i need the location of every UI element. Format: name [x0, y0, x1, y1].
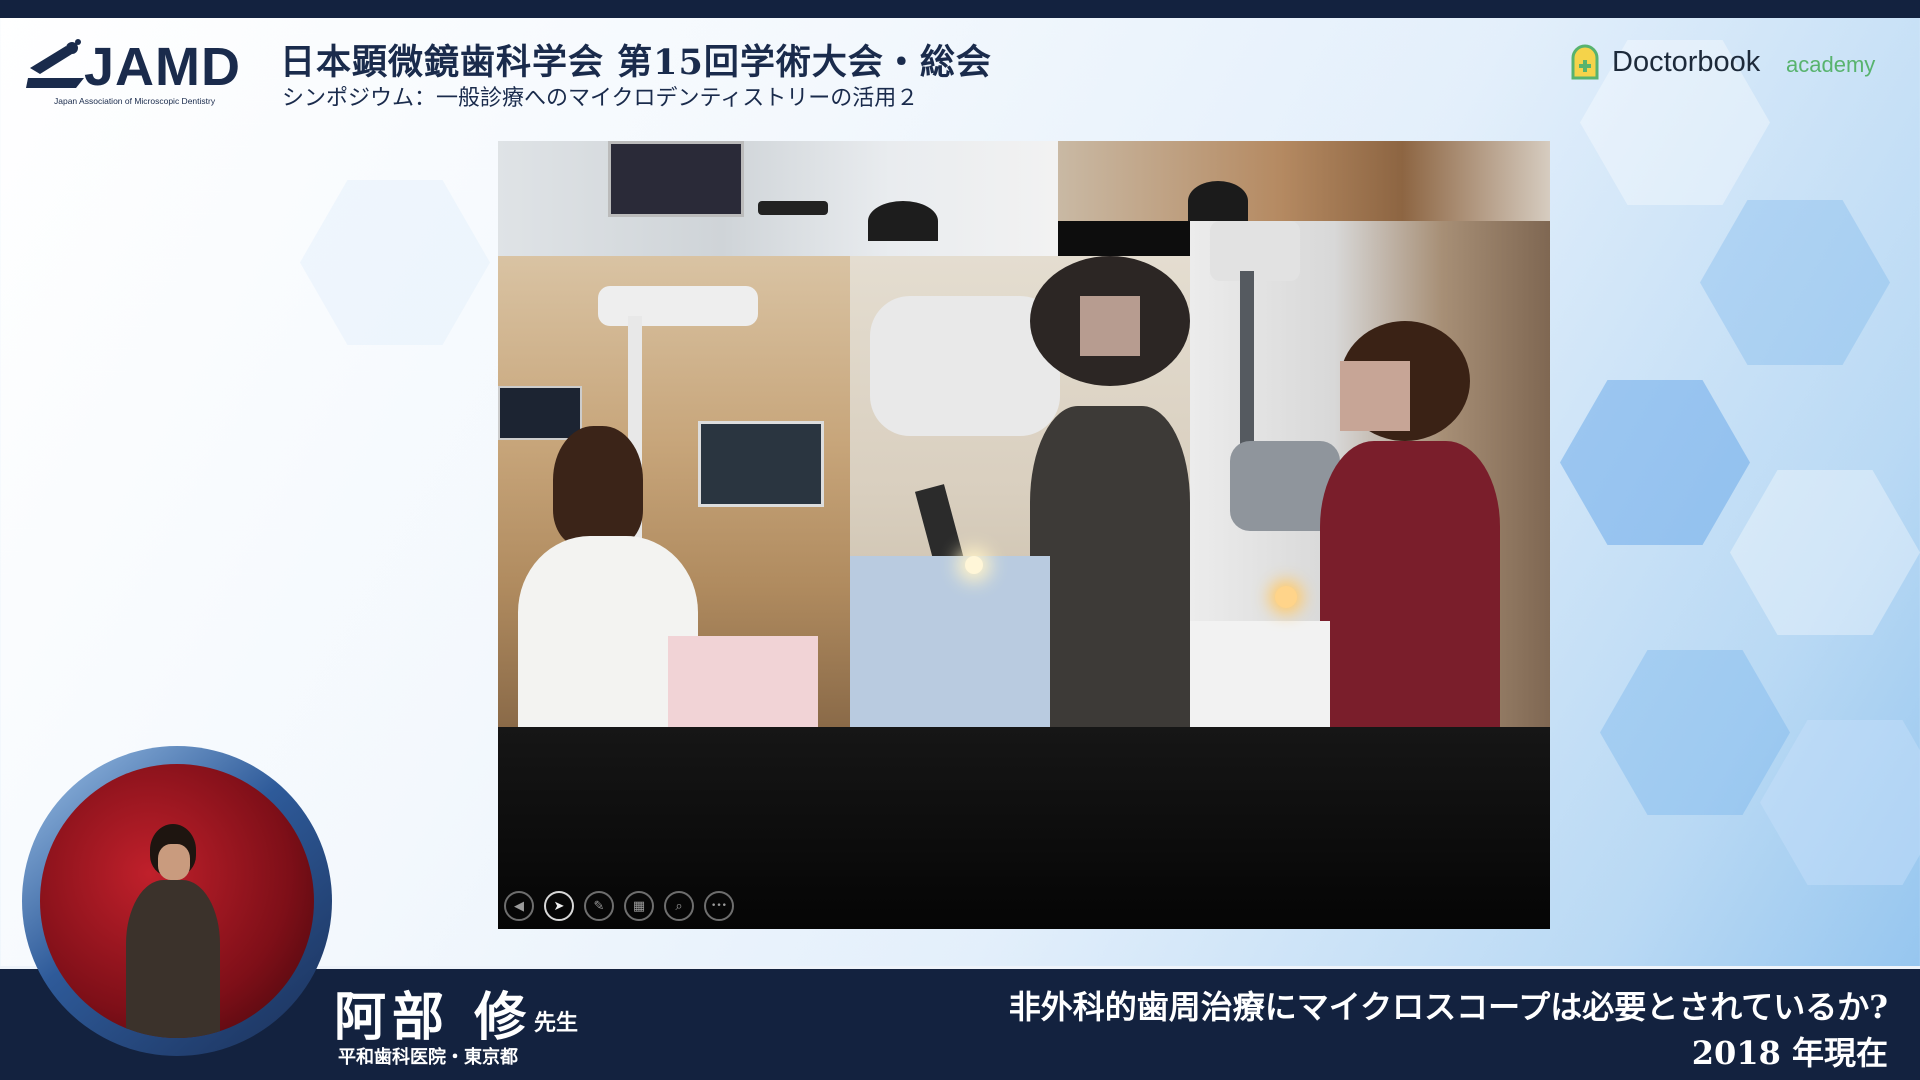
brand-sub: academy [1786, 52, 1876, 77]
speaker-name: 阿部 修 [334, 987, 533, 1048]
talk-title: 非外科的歯周治療にマイクロスコープは必要とされているか? [1008, 988, 1888, 1026]
bg-hexagon [300, 180, 490, 345]
bg-hexagon [1700, 200, 1890, 365]
speaker-video-frame [22, 746, 332, 1056]
symposium-subtitle: シンポジウム：一般診療へのマイクロデンティストリーの活用２ [282, 86, 919, 111]
slideshow-toolbar: ◀ ➤ ✎ ▦ ⌕ ••• [504, 891, 734, 923]
pointer-button[interactable]: ➤ [544, 891, 574, 921]
logo-subtitle: Japan Association of Microscopic Dentist… [54, 96, 216, 106]
speaker-body [126, 880, 220, 1038]
see-all-slides-button[interactable]: ▦ [624, 891, 654, 921]
slides-grid-icon: ▦ [632, 898, 646, 914]
speaker-honorific: 先生 [534, 1010, 579, 1036]
speaker-video [40, 764, 314, 1038]
previous-slide-button[interactable]: ◀ [504, 891, 534, 921]
bg-hexagon [1560, 380, 1750, 545]
pen-button[interactable]: ✎ [584, 891, 614, 921]
previous-icon: ◀ [514, 898, 524, 914]
top-bar [0, 0, 1920, 18]
photo-clinic-right [1190, 221, 1550, 727]
photo-room-top [1058, 141, 1550, 221]
conference-title: 日本顕微鏡歯科学会 第15回学術大会・総会 [280, 42, 992, 83]
doctorbook-logo: Doctorbook academy [1570, 42, 1890, 82]
microscope-logo-icon [26, 39, 84, 88]
talk-subtitle: 2018 年現在 [1691, 1034, 1888, 1072]
more-options-button[interactable]: ••• [704, 891, 734, 921]
more-icon: ••• [711, 901, 727, 911]
bg-hexagon [1760, 720, 1920, 885]
presentation-slide: ◀ ➤ ✎ ▦ ⌕ ••• [498, 141, 1550, 929]
pointer-icon: ➤ [553, 898, 565, 914]
photo-clinic-left [498, 256, 850, 727]
doctorbook-shield-icon [1571, 44, 1599, 80]
zoom-icon: ⌕ [675, 898, 683, 914]
zoom-button[interactable]: ⌕ [664, 891, 694, 921]
pen-icon: ✎ [593, 898, 605, 914]
logo-text: JAMD [84, 37, 242, 97]
photo-microscope-top [498, 141, 1058, 256]
bg-hexagon [1730, 470, 1920, 635]
jamd-logo: JAMD Japan Association of Microscopic De… [24, 34, 264, 110]
photo-clinic-center [850, 256, 1190, 727]
brand-name: Doctorbook [1612, 46, 1761, 78]
bg-hexagon [1600, 650, 1790, 815]
speaker-affiliation: 平和歯科医院・東京都 [338, 1047, 518, 1068]
speaker-face [158, 844, 190, 880]
